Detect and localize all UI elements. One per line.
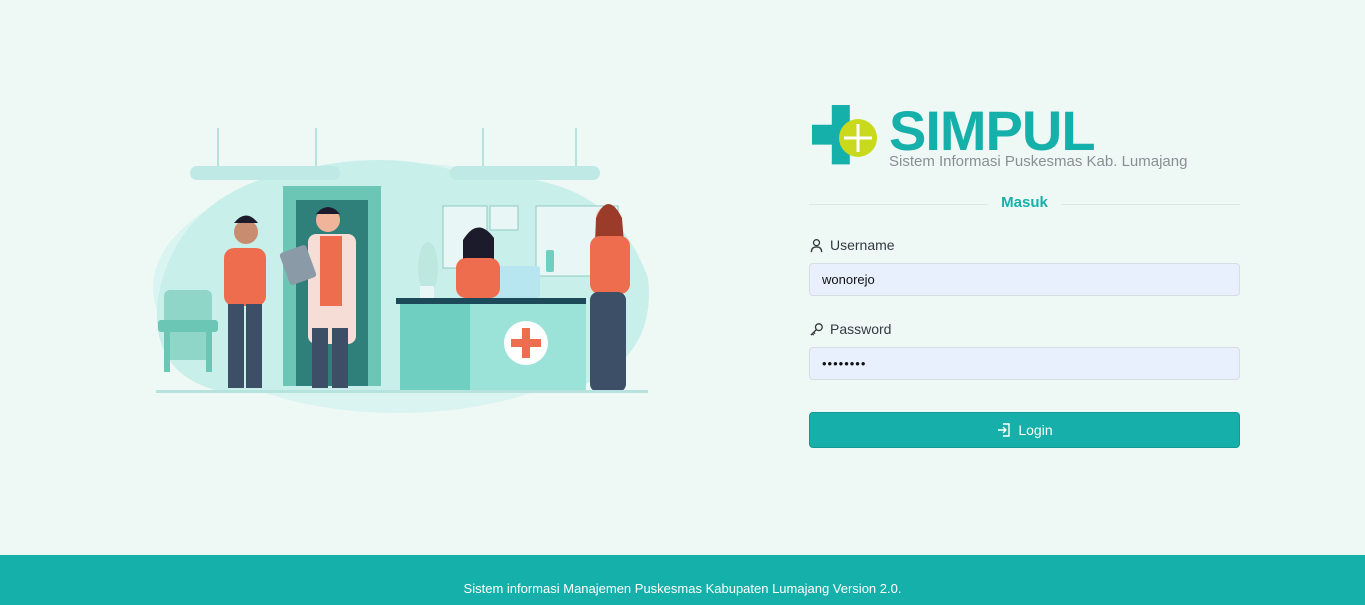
footer-text: Sistem informasi Manajemen Puskesmas Kab… [463, 580, 902, 596]
login-title: Masuk [987, 194, 1062, 211]
username-label: Username [830, 237, 895, 253]
login-button[interactable]: Login [809, 412, 1240, 448]
password-input[interactable] [809, 347, 1240, 380]
login-heading-row: Masuk [809, 192, 1240, 216]
footer: Sistem informasi Manajemen Puskesmas Kab… [0, 555, 1365, 605]
key-icon [810, 322, 823, 336]
username-input[interactable] [809, 263, 1240, 296]
brand: SIMPUL Sistem Informasi Puskesmas Kab. L… [809, 99, 1240, 180]
login-icon [998, 423, 1011, 437]
password-label-row: Password [809, 320, 1240, 338]
simpul-logo-icon [812, 105, 877, 165]
username-label-row: Username [809, 236, 1240, 254]
login-button-label: Login [1018, 422, 1053, 438]
user-icon [810, 238, 823, 252]
brand-subtitle: Sistem Informasi Puskesmas Kab. Lumajang [889, 153, 1188, 170]
clinic-illustration [153, 128, 649, 413]
login-panel: SIMPUL Sistem Informasi Puskesmas Kab. L… [809, 99, 1240, 448]
password-label: Password [830, 321, 892, 337]
